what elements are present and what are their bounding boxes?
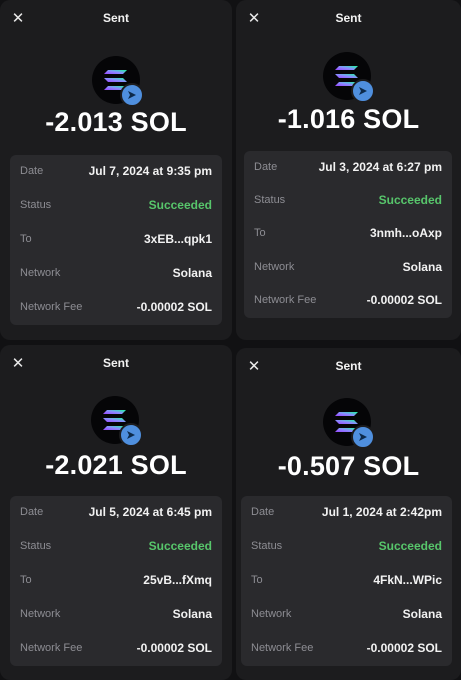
amount: -2.013 SOL xyxy=(45,107,187,137)
recipient-address[interactable]: 3xEB...qpk1 xyxy=(144,232,212,246)
token-logo xyxy=(85,392,147,454)
detail-label: Status xyxy=(251,540,283,552)
detail-label: Network Fee xyxy=(20,642,83,654)
detail-value: Solana xyxy=(402,607,442,621)
token-logo xyxy=(86,52,148,114)
detail-value: -0.00002 SOL xyxy=(136,300,212,314)
detail-row-status: Status Succeeded xyxy=(244,184,452,218)
detail-label: Status xyxy=(254,194,286,206)
send-arrow-icon xyxy=(351,79,375,103)
send-arrow-icon xyxy=(351,425,375,449)
status-value: Succeeded xyxy=(148,198,212,212)
detail-value: Solana xyxy=(172,607,212,621)
detail-value: Solana xyxy=(172,266,212,280)
status-value: Succeeded xyxy=(148,539,212,553)
send-arrow-icon xyxy=(119,423,143,447)
transaction-panel-1: ✕ Sent -2.013 SOL Date Jul 7, 2024 at 9:… xyxy=(0,0,232,340)
detail-row-fee: Network Fee -0.00002 SOL xyxy=(10,632,222,666)
detail-row-network: Network Solana xyxy=(10,598,222,632)
detail-label: Date xyxy=(20,506,44,518)
detail-row-status: Status Succeeded xyxy=(10,189,222,223)
recipient-address[interactable]: 25vB...fXmq xyxy=(143,573,212,587)
panel-header: ✕ Sent xyxy=(0,0,232,40)
detail-label: Date xyxy=(20,165,44,177)
amount: -0.507 SOL xyxy=(277,451,420,481)
amount: -1.016 SOL xyxy=(277,104,420,134)
panel-header: ✕ Sent xyxy=(236,348,461,388)
transaction-panel-2: ✕ Sent -1.016 SOL Date Jul 3, 2024 at 6:… xyxy=(236,0,461,340)
detail-row-fee: Network Fee -0.00002 SOL xyxy=(241,632,452,666)
detail-label: To xyxy=(20,574,32,586)
detail-value: -0.00002 SOL xyxy=(366,641,442,655)
token-logo xyxy=(317,394,379,456)
detail-row-to: To 3nmh...oAxp xyxy=(244,217,452,251)
detail-row-network: Network Solana xyxy=(10,257,222,291)
detail-label: Network xyxy=(251,608,292,620)
status-value: Succeeded xyxy=(378,539,442,553)
details-card: Date Jul 1, 2024 at 2:42pm Status Succee… xyxy=(241,496,452,666)
status-value: Succeeded xyxy=(378,193,442,207)
detail-row-date: Date Jul 1, 2024 at 2:42pm xyxy=(241,496,452,530)
detail-row-fee: Network Fee -0.00002 SOL xyxy=(244,284,452,318)
panel-header: ✕ Sent xyxy=(0,345,232,385)
detail-row-date: Date Jul 7, 2024 at 9:35 pm xyxy=(10,155,222,189)
details-card: Date Jul 3, 2024 at 6:27 pm Status Succe… xyxy=(244,151,452,318)
detail-row-fee: Network Fee -0.00002 SOL xyxy=(10,291,222,325)
detail-label: Network Fee xyxy=(20,301,83,313)
detail-row-network: Network Solana xyxy=(241,598,452,632)
detail-label: To xyxy=(254,227,266,239)
detail-label: Date xyxy=(251,506,275,518)
detail-value: -0.00002 SOL xyxy=(136,641,212,655)
detail-label: Status xyxy=(20,540,52,552)
detail-row-to: To 4FkN...WPic xyxy=(241,564,452,598)
detail-label: Network Fee xyxy=(254,294,317,306)
detail-row-status: Status Succeeded xyxy=(241,530,452,564)
detail-value: Jul 3, 2024 at 6:27 pm xyxy=(318,160,442,174)
send-arrow-icon xyxy=(120,83,144,107)
recipient-address[interactable]: 4FkN...WPic xyxy=(373,573,442,587)
details-card: Date Jul 5, 2024 at 6:45 pm Status Succe… xyxy=(10,496,222,666)
transaction-panel-4: ✕ Sent -0.507 SOL Date Jul 1, 2024 at 2:… xyxy=(236,348,461,680)
detail-row-to: To 3xEB...qpk1 xyxy=(10,223,222,257)
panel-title: Sent xyxy=(335,11,362,25)
panel-title: Sent xyxy=(102,11,129,25)
amount: -2.021 SOL xyxy=(45,450,187,480)
detail-label: Network Fee xyxy=(251,642,314,654)
detail-label: Network xyxy=(20,267,61,279)
detail-value: Jul 5, 2024 at 6:45 pm xyxy=(88,505,212,519)
panel-title: Sent xyxy=(102,356,129,370)
transaction-panel-3: ✕ Sent -2.021 SOL Date Jul 5, 2024 at 6:… xyxy=(0,345,232,680)
panel-header: ✕ Sent xyxy=(236,0,461,40)
detail-row-network: Network Solana xyxy=(244,251,452,285)
detail-row-to: To 25vB...fXmq xyxy=(10,564,222,598)
detail-label: To xyxy=(20,233,32,245)
detail-value: Jul 1, 2024 at 2:42pm xyxy=(321,505,442,519)
detail-row-date: Date Jul 3, 2024 at 6:27 pm xyxy=(244,151,452,185)
detail-label: Network xyxy=(254,261,295,273)
detail-label: Status xyxy=(20,199,52,211)
details-card: Date Jul 7, 2024 at 9:35 pm Status Succe… xyxy=(10,155,222,325)
detail-row-date: Date Jul 5, 2024 at 6:45 pm xyxy=(10,496,222,530)
detail-value: -0.00002 SOL xyxy=(366,293,442,307)
recipient-address[interactable]: 3nmh...oAxp xyxy=(370,226,442,240)
detail-value: Solana xyxy=(402,260,442,274)
detail-label: Date xyxy=(254,161,278,173)
detail-row-status: Status Succeeded xyxy=(10,530,222,564)
detail-label: Network xyxy=(20,608,61,620)
panel-title: Sent xyxy=(335,359,362,373)
detail-value: Jul 7, 2024 at 9:35 pm xyxy=(88,164,212,178)
detail-label: To xyxy=(251,574,263,586)
token-logo xyxy=(317,48,379,110)
